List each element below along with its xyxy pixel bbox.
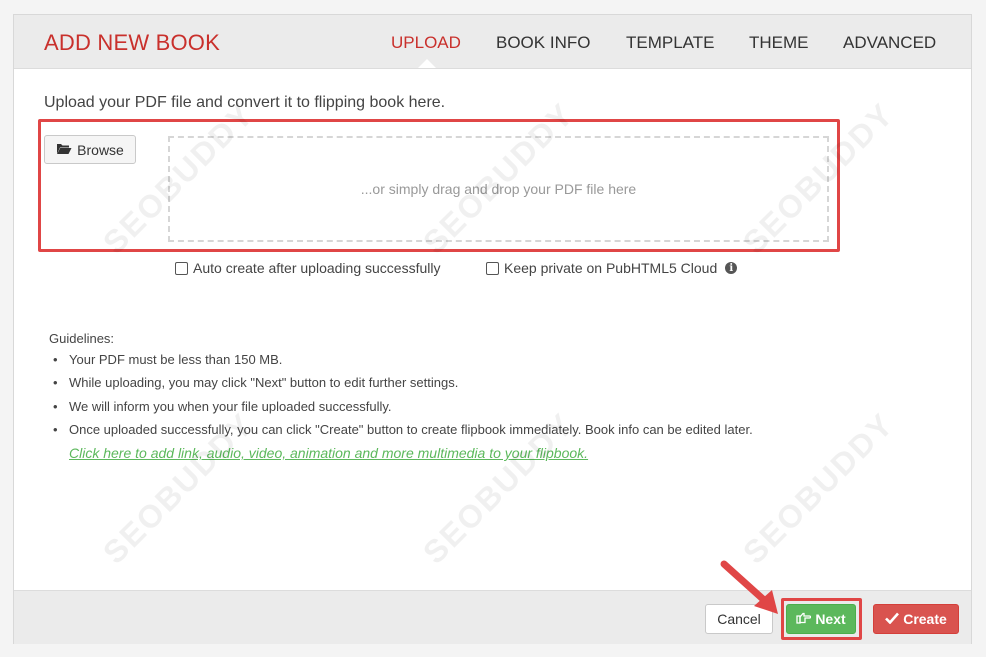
guideline-item: Once uploaded successfully, you can clic… [49,420,753,443]
check-icon [885,611,900,627]
create-button-label: Create [903,611,947,627]
tab-theme[interactable]: THEME [749,33,809,53]
next-button-label: Next [815,611,846,627]
dialog-title: ADD NEW BOOK [44,30,220,55]
keep-private-option[interactable]: Keep private on PubHTML5 Cloud i [486,260,738,276]
create-button[interactable]: Create [873,604,959,634]
keep-private-label: Keep private on PubHTML5 Cloud [504,260,718,276]
browse-button[interactable]: Browse [44,135,136,164]
keep-private-checkbox[interactable] [486,261,499,275]
annotation-arrow-icon [720,560,778,614]
add-book-dialog: ADD NEW BOOK UPLOAD BOOK INFO TEMPLATE T… [13,14,972,644]
auto-create-checkbox[interactable] [175,261,188,275]
guideline-item: We will inform you when your file upload… [49,397,753,420]
tab-upload[interactable]: UPLOAD [391,33,461,53]
tab-book-info[interactable]: BOOK INFO [496,33,590,53]
pdf-dropzone[interactable]: ...or simply drag and drop your PDF file… [168,136,829,242]
active-tab-indicator [418,59,436,68]
guideline-item: Your PDF must be less than 150 MB. [49,350,753,373]
dialog-footer: Cancel Next Create [14,590,971,644]
info-icon[interactable]: i [725,262,738,274]
tab-template[interactable]: TEMPLATE [626,33,714,53]
guideline-item: While uploading, you may click "Next" bu… [49,373,753,396]
multimedia-link[interactable]: Click here to add link, audio, video, an… [69,445,588,461]
auto-create-option[interactable]: Auto create after uploading successfully [175,260,440,276]
dialog-header: ADD NEW BOOK UPLOAD BOOK INFO TEMPLATE T… [14,15,971,69]
folder-open-icon [56,142,72,158]
guidelines-list: Your PDF must be less than 150 MB. While… [49,350,753,443]
tab-advanced[interactable]: ADVANCED [843,33,936,53]
browse-button-label: Browse [77,141,124,158]
auto-create-label: Auto create after uploading successfully [193,260,441,276]
next-button[interactable]: Next [786,604,856,634]
guidelines-title: Guidelines: [49,331,115,346]
hand-point-right-icon [796,611,812,627]
upload-intro-text: Upload your PDF file and convert it to f… [44,94,446,111]
dropzone-text: ...or simply drag and drop your PDF file… [360,181,637,197]
